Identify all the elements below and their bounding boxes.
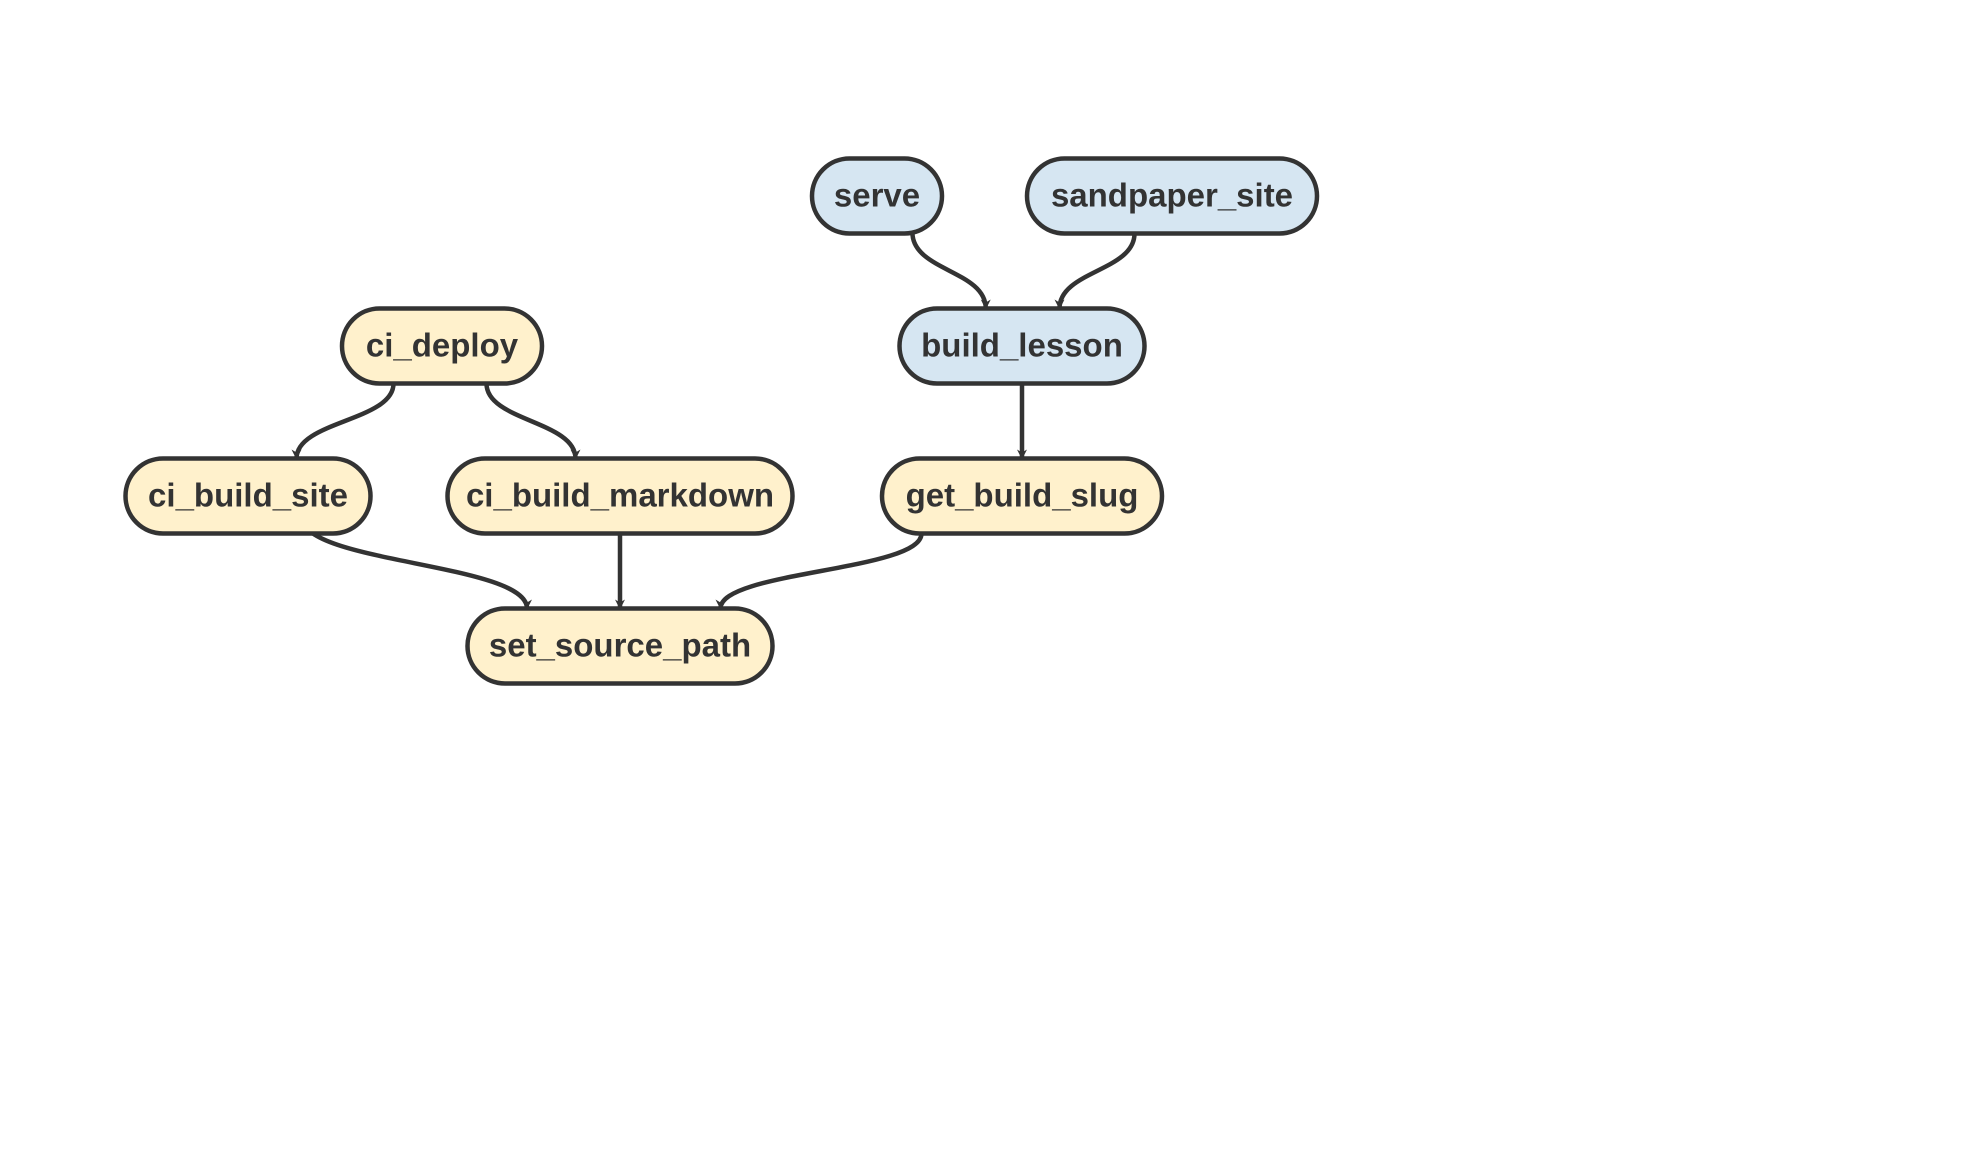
node-serve: serve (812, 159, 942, 234)
edge-sandpaper_site-to-build_lesson (1060, 234, 1135, 309)
node-ci_deploy: ci_deploy (342, 309, 542, 384)
node-ci_build_site: ci_build_site (126, 459, 371, 534)
node-label: ci_build_markdown (466, 477, 774, 514)
node-label: set_source_path (489, 627, 751, 664)
edges-layer (297, 233, 1135, 609)
node-ci_build_markdown: ci_build_markdown (448, 459, 793, 534)
node-label: get_build_slug (906, 477, 1139, 514)
edge-ci_deploy-to-ci_build_site (297, 384, 394, 459)
node-sandpaper_site: sandpaper_site (1027, 159, 1317, 234)
node-label: ci_build_site (148, 477, 348, 514)
edge-serve-to-build_lesson (912, 233, 985, 309)
node-label: build_lesson (921, 327, 1123, 364)
node-label: sandpaper_site (1051, 177, 1293, 214)
edge-get_build_slug-to-set_source_path (721, 534, 922, 609)
node-get_build_slug: get_build_slug (882, 459, 1162, 534)
edge-ci_deploy-to-ci_build_markdown (487, 384, 576, 459)
node-build_lesson: build_lesson (900, 309, 1145, 384)
node-label: serve (834, 177, 920, 214)
dependency-diagram: serve sandpaper_site ci_deploy build_lesson… (0, 0, 1984, 1160)
node-label: ci_deploy (366, 327, 519, 364)
node-set_source_path: set_source_path (468, 609, 773, 684)
